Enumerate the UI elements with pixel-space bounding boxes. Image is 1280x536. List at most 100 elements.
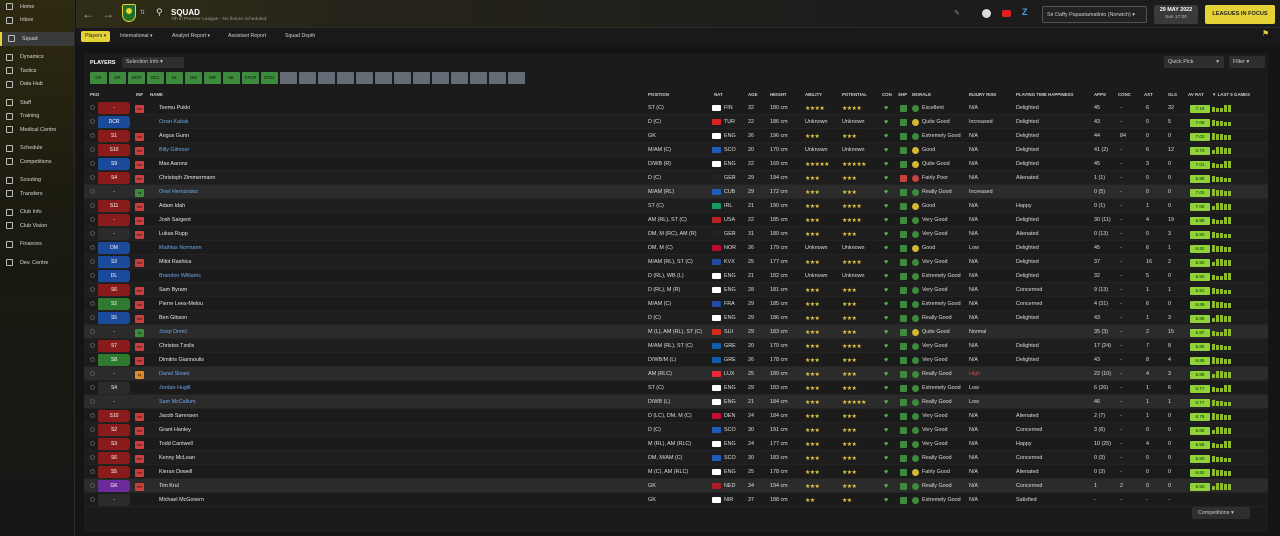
position-filter-button[interactable]: STCL [261, 72, 278, 84]
player-name[interactable]: Onel Hernández [159, 189, 198, 195]
col-ast[interactable]: AST [1144, 92, 1153, 97]
notification-icon[interactable]: ⚑ [1262, 29, 1269, 38]
position-filter-button[interactable] [451, 72, 468, 84]
table-row[interactable]: S8 Hot Dimitris Giannoulis D/WB/M (L) GRE 26 1… [84, 353, 1268, 367]
col-name[interactable]: NAME [150, 92, 163, 97]
leagues-in-focus-button[interactable]: LEAGUES IN FOCUS [1205, 5, 1275, 24]
table-row[interactable]: - Inj Josip Drmić M (L), AM (RL), ST (C) SUI… [84, 325, 1268, 339]
sidebar-item-club-vision[interactable]: Club Vision [0, 219, 74, 233]
pick-selector[interactable]: S4 [98, 382, 130, 394]
sidebar-item-scouting[interactable]: Scouting [0, 174, 74, 188]
player-name[interactable]: Josh Sargent [159, 217, 191, 223]
player-name[interactable]: Billy Gilmour [159, 147, 189, 153]
sidebar-item-dev-centre[interactable]: Dev. Centre [0, 256, 74, 270]
select-radio[interactable] [90, 105, 95, 110]
position-filter-button[interactable] [280, 72, 297, 84]
select-radio[interactable] [90, 315, 95, 320]
table-row[interactable]: DM Mathias Normann DM, M (C) NOR 26 179 cm Unk… [84, 241, 1268, 255]
pick-selector[interactable]: - [98, 494, 130, 506]
col-ability[interactable]: ABILITY [805, 92, 822, 97]
search-icon[interactable]: ⚲ [156, 7, 163, 18]
fm-icon[interactable]: Z [1022, 7, 1028, 17]
player-name[interactable]: Pierre Lees-Melou [159, 301, 203, 307]
pick-selector[interactable]: - [98, 228, 130, 240]
selection-info-button[interactable]: Selection Info ▾ [122, 57, 184, 68]
col-inf[interactable]: INF [136, 92, 143, 97]
player-name[interactable]: Brandon Williams [159, 273, 201, 279]
table-row[interactable]: - Sam McCallum D/WB (L) ENG 21 184 cm ★★★ ★★★★★… [84, 395, 1268, 409]
sidebar-item-finances[interactable]: Finances [0, 238, 74, 252]
position-filter-button[interactable]: STCR [242, 72, 259, 84]
pick-selector[interactable]: S5 [98, 312, 130, 324]
filter-button[interactable]: Filter ▾ [1229, 56, 1265, 68]
col-injury[interactable]: INJURY RISK [969, 92, 997, 97]
select-radio[interactable] [90, 175, 95, 180]
sidebar-item-tactics[interactable]: Tactics [0, 64, 74, 78]
pick-selector[interactable]: S8 [98, 354, 130, 366]
table-row[interactable]: - Inj Danel Sinani AM (RLC) LUX 25 189 cm ★★★ ★★… [84, 367, 1268, 381]
position-filter-button[interactable] [489, 72, 506, 84]
table-row[interactable]: S7 Hot Christos Tzolis M/AM (RL), ST (C) GRE… [84, 339, 1268, 353]
select-radio[interactable] [90, 119, 95, 124]
back-arrow-icon[interactable]: ← [82, 8, 94, 20]
sidebar-item-medical-centre[interactable]: Medical Centre [0, 123, 74, 137]
player-name[interactable]: Kieran Dowell [159, 469, 192, 475]
youtube-icon[interactable] [1002, 10, 1011, 17]
club-crest[interactable] [122, 4, 136, 22]
col-con[interactable]: CON [882, 92, 892, 97]
pick-selector[interactable]: S1 [98, 130, 130, 142]
sidebar-item-schedule[interactable]: Schedule [0, 142, 74, 156]
pick-selector[interactable]: S3 [98, 256, 130, 268]
competitions-button[interactable]: Competitions ▾ [1192, 507, 1250, 519]
select-radio[interactable] [90, 231, 95, 236]
select-radio[interactable] [90, 133, 95, 138]
select-radio[interactable] [90, 413, 95, 418]
position-filter-button[interactable] [432, 72, 449, 84]
pick-selector[interactable]: DCR [98, 116, 130, 128]
pick-selector[interactable]: S4 [98, 172, 130, 184]
pick-selector[interactable]: S6 [98, 284, 130, 296]
pick-selector[interactable]: - [98, 326, 130, 338]
table-row[interactable]: - Hot Lukas Rupp DM, M (RC), AM (R) GER 31 180… [84, 227, 1268, 241]
select-radio[interactable] [90, 245, 95, 250]
sidebar-item-data-hub[interactable]: Data Hub [0, 78, 74, 92]
select-radio[interactable] [90, 287, 95, 292]
position-filter-button[interactable]: DR [109, 72, 126, 84]
position-filter-button[interactable] [356, 72, 373, 84]
table-row[interactable]: S3 Hot Milot Rashica M/AM (RL), ST (C) KVX 25… [84, 255, 1268, 269]
position-filter-button[interactable] [337, 72, 354, 84]
select-radio[interactable] [90, 469, 95, 474]
col-gls[interactable]: GLS [1168, 92, 1177, 97]
sidebar-item-home[interactable]: Home [0, 0, 74, 14]
player-name[interactable]: Christos Tzolis [159, 343, 194, 349]
pick-selector[interactable]: DL [98, 270, 130, 282]
table-row[interactable]: - Hot Teemu Pukki ST (C) FIN 32 180 cm ★★★★ ★★★★… [84, 101, 1268, 115]
table-row[interactable]: S3 Hot Todd Cantwell M (RL), AM (RLC) ENG 24 1… [84, 437, 1268, 451]
sidebar-item-squad[interactable]: Squad [0, 32, 74, 46]
tab-squad-depth[interactable]: Squad Depth [281, 31, 319, 42]
table-row[interactable]: - Michael McGovern GK NIR 37 188 cm ★★ ★★ ♥ Extre… [84, 493, 1268, 507]
player-name[interactable]: Jacob Sørensen [159, 413, 198, 419]
col-morale[interactable]: MORALE [912, 92, 931, 97]
pick-selector[interactable]: S2 [98, 424, 130, 436]
select-radio[interactable] [90, 357, 95, 362]
player-name[interactable]: Ben Gibson [159, 315, 187, 321]
position-filter-button[interactable] [299, 72, 316, 84]
pick-selector[interactable]: GK [98, 480, 130, 492]
select-radio[interactable] [90, 329, 95, 334]
player-name[interactable]: Milot Rashica [159, 259, 191, 265]
forward-arrow-icon[interactable]: → [102, 8, 114, 20]
pick-selector[interactable]: S5 [98, 466, 130, 478]
select-radio[interactable] [90, 483, 95, 488]
sidebar-item-transfers[interactable]: Transfers [0, 187, 74, 201]
select-radio[interactable] [90, 203, 95, 208]
position-filter-button[interactable]: GK [90, 72, 107, 84]
table-row[interactable]: DL Brandon Williams D (RL), WB (L) ENG 21 182… [84, 269, 1268, 283]
table-row[interactable]: S6 Hot Kenny McLean DM, M/AM (C) SCO 30 183 cm… [84, 451, 1268, 465]
pick-selector[interactable]: S10 [98, 144, 130, 156]
col-pkd[interactable]: PKD [90, 92, 99, 97]
col-shp[interactable]: SHP [898, 92, 907, 97]
table-row[interactable]: - Hot Josh Sargent AM (RL), ST (C) USA 22 185 … [84, 213, 1268, 227]
pick-selector[interactable]: - [98, 368, 130, 380]
col-apps[interactable]: APPS [1094, 92, 1106, 97]
